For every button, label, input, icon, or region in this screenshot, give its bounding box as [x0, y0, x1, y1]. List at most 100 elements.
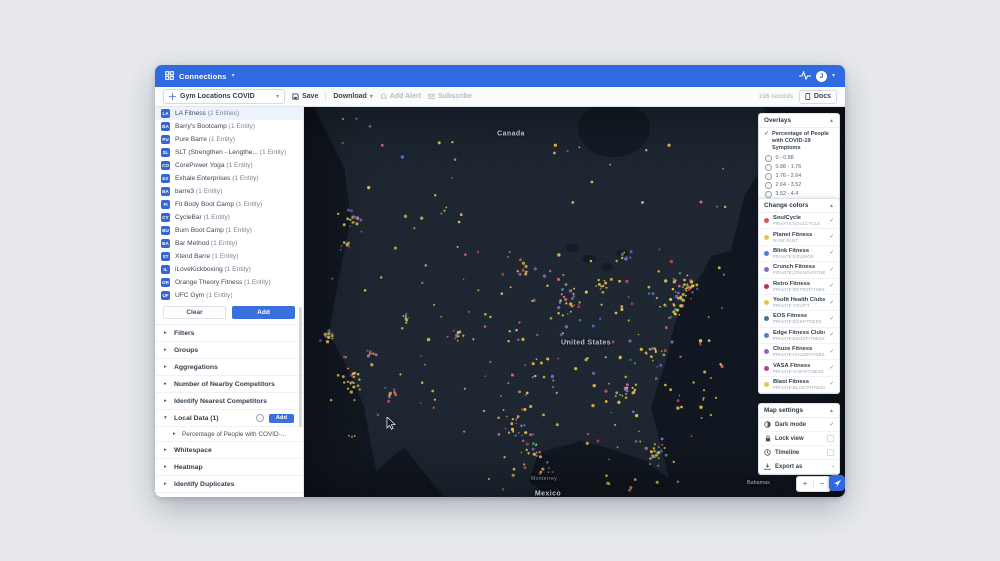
chevron-down-icon: ▾ [164, 415, 167, 421]
gym-entity-count: (1 Entity) [195, 188, 223, 195]
gym-list-item[interactable]: BA barre3 (1 Entity) [155, 185, 303, 198]
gym-list-item[interactable]: OR Orange Theory Fitness (1 Entity) [155, 276, 303, 289]
gym-avatar: CO [161, 161, 170, 170]
checkbox-empty-icon[interactable] [827, 449, 834, 456]
gym-list-item[interactable]: SL SLT (Strengthen - Lengthe... (1 Entity… [155, 146, 303, 159]
checkbox-checked-icon[interactable]: ✓ [829, 316, 834, 322]
gym-list-item[interactable]: FI Fit Body Boot Camp (1 Entity) [155, 198, 303, 211]
brand-color-row[interactable]: Blink Fitness PRIVATE:EQUINOX ✓ [759, 246, 839, 263]
sidebar-section-number-of-nearby-competitors[interactable]: ▸ Number of Nearby Competitors [155, 376, 303, 393]
brand-color-dot[interactable] [764, 365, 769, 371]
change-colors-header[interactable]: Change colors ▲ [759, 199, 839, 213]
gym-list-item[interactable]: UF UFC Gym (1 Entity) [155, 289, 303, 302]
checkbox-checked-icon[interactable]: ✓ [829, 234, 834, 240]
checkbox-empty-icon[interactable] [827, 435, 834, 442]
gym-list-item[interactable]: BA Barry's Bootcamp (1 Entity) [155, 120, 303, 133]
brand-color-dot[interactable] [764, 218, 769, 224]
setting-timeline[interactable]: Timeline [759, 446, 839, 460]
gym-list-item[interactable]: PU Pure Barre (1 Entity) [155, 133, 303, 146]
brand-ticker: PRIVATE:EQUINOX [773, 253, 814, 259]
brand-color-row[interactable]: VASA Fitness PRIVATE:VASAFITNESS ✓ [759, 360, 839, 377]
legend-range-label: 0 - 0.88 [775, 155, 794, 162]
sidebar-section-heatmap[interactable]: ▸ Heatmap [155, 459, 303, 476]
overlays-panel-header[interactable]: Overlays ▲ [759, 114, 839, 128]
setting-export-as[interactable]: Export as › [759, 460, 839, 474]
section-label: Whitespace [174, 446, 212, 454]
checkbox-checked-icon[interactable]: ✓ [829, 381, 834, 387]
brand-color-row[interactable]: EOS Fitness PRIVATE:EOSFITNESS ✓ [759, 311, 839, 328]
section-add-button[interactable]: Add [268, 413, 294, 423]
apps-grid-icon[interactable] [165, 67, 174, 85]
overlay-layer-row[interactable]: ✓ Percentage of People with COVID-19 Sym… [759, 128, 839, 154]
gym-list-item[interactable]: BA Bar Method (1 Entity) [155, 237, 303, 250]
gym-list-item[interactable]: IL iLoveKickboxing (1 Entity) [155, 263, 303, 276]
brand-color-dot[interactable] [764, 250, 769, 256]
brand-color-dot[interactable] [764, 316, 769, 322]
sidebar-section-identify-duplicates[interactable]: ▸ Identify Duplicates [155, 476, 303, 493]
chevron-up-icon: ▲ [829, 202, 834, 209]
download-button[interactable]: Download ▾ [333, 93, 372, 100]
checkbox-checked-icon[interactable]: ✓ [829, 349, 834, 355]
gym-list-item[interactable]: XT Xtend Barre (1 Entity) [155, 250, 303, 263]
gym-list-item[interactable]: CY CycleBar (1 Entity) [155, 211, 303, 224]
activity-icon[interactable] [798, 67, 811, 85]
locate-button[interactable] [829, 475, 845, 491]
section-label: Heatmap [174, 463, 203, 471]
checkbox-checked-icon[interactable]: ✓ [829, 332, 834, 338]
section-child-item[interactable]: ▸ Percentage of People with COVID-... [155, 427, 303, 442]
sidebar-section-identify-nearest-competitors[interactable]: ▸ Identify Nearest Competitors [155, 393, 303, 410]
sidebar-section-local-data-[interactable]: ▾ Local Data (1) i Add [155, 410, 303, 427]
checkbox-checked-icon[interactable]: ✓ [829, 283, 834, 289]
sidebar-section-aggregations[interactable]: ▸ Aggregations [155, 359, 303, 376]
brand-color-row[interactable]: Chuze Fitness PRIVATE:CHUZEFITNESS ✓ [759, 344, 839, 361]
checkbox-checked-icon[interactable]: ✓ [764, 131, 769, 137]
brand-color-dot[interactable] [764, 381, 769, 387]
checkbox-checked-icon[interactable]: ✓ [829, 267, 834, 273]
sidebar-section-filters[interactable]: ▸ Filters [155, 325, 303, 342]
user-avatar[interactable]: J [815, 70, 827, 82]
brand-color-dot[interactable] [764, 332, 769, 338]
setting-lock-view[interactable]: Lock view [759, 432, 839, 446]
brand-color-row[interactable]: Youfit Health Clubs PRIVATE:YOUFIT ✓ [759, 295, 839, 312]
view-selector[interactable]: Gym Locations COVID ▾ [163, 89, 285, 104]
brand-color-dot[interactable] [764, 267, 769, 273]
zoom-out-button[interactable]: − [814, 477, 830, 491]
brand-color-row[interactable]: Retro Fitness PRIVATE:RETROFITNESS ✓ [759, 279, 839, 295]
gym-list-item[interactable]: BU Burn Boot Camp (1 Entity) [155, 224, 303, 237]
save-button[interactable]: Save [292, 93, 318, 100]
subscribe-button[interactable]: Subscribe [428, 93, 472, 100]
sidebar-section-whitespace[interactable]: ▸ Whitespace [155, 442, 303, 459]
sidebar-section-groups[interactable]: ▸ Groups [155, 342, 303, 359]
brand-text: SoulCycle PRIVATE:SOULCYCLE [773, 215, 825, 226]
gym-list-item[interactable]: LA LA Fitness (2 Entities) [155, 107, 303, 120]
gym-list-item[interactable]: EX Exhale Enterprises (1 Entity) [155, 172, 303, 185]
brand-color-row[interactable]: Planet Fitness NYSE:PLNT ✓ [759, 229, 839, 246]
brand-color-row[interactable]: SoulCycle PRIVATE:SOULCYCLE ✓ [759, 213, 839, 230]
map-label-mexico: Mexico [534, 490, 562, 498]
checkbox-checked-icon[interactable]: ✓ [829, 250, 834, 256]
map-settings-header[interactable]: Map settings ▲ [759, 404, 839, 418]
brand-color-dot[interactable] [764, 300, 769, 306]
connections-menu[interactable]: Connections [179, 72, 227, 81]
brand-color-row[interactable]: Blast Fitness PRIVATE:BLASTFITNESS ✓ [759, 377, 839, 394]
sidebar-scrollbar[interactable] [299, 307, 302, 427]
docs-button[interactable]: Docs [798, 89, 837, 104]
checkbox-checked-icon[interactable]: ✓ [829, 365, 834, 371]
setting-dark-mode[interactable]: Dark mode ✓ [759, 418, 839, 432]
add-alert-button[interactable]: Add Alert [379, 93, 421, 100]
brand-color-dot[interactable] [764, 234, 769, 240]
checkbox-checked-icon[interactable]: ✓ [829, 300, 834, 306]
zoom-in-button[interactable]: + [797, 477, 813, 491]
checkbox-checked-icon[interactable]: ✓ [829, 218, 834, 224]
checkbox-checked-icon[interactable]: ✓ [829, 422, 834, 428]
add-button[interactable]: Add [232, 306, 295, 319]
brand-color-dot[interactable] [764, 349, 769, 355]
brand-color-row[interactable]: Crunch FitnessPRIVATE:CRUNCHFITNESS ✓ [759, 262, 839, 279]
map-canvas[interactable]: Canada United States Monterrey Mexico Overl… [304, 107, 845, 497]
brand-color-dot[interactable] [764, 283, 769, 289]
gym-list-item[interactable]: CO CorePower Yoga (1 Entity) [155, 159, 303, 172]
clear-button[interactable]: Clear [163, 306, 226, 319]
brand-color-row[interactable]: Edge Fitness Clubs PRIVATE:EDGEFITNESS ✓ [759, 328, 839, 344]
gym-avatar: LA [161, 109, 170, 118]
info-icon[interactable]: i [255, 414, 264, 422]
